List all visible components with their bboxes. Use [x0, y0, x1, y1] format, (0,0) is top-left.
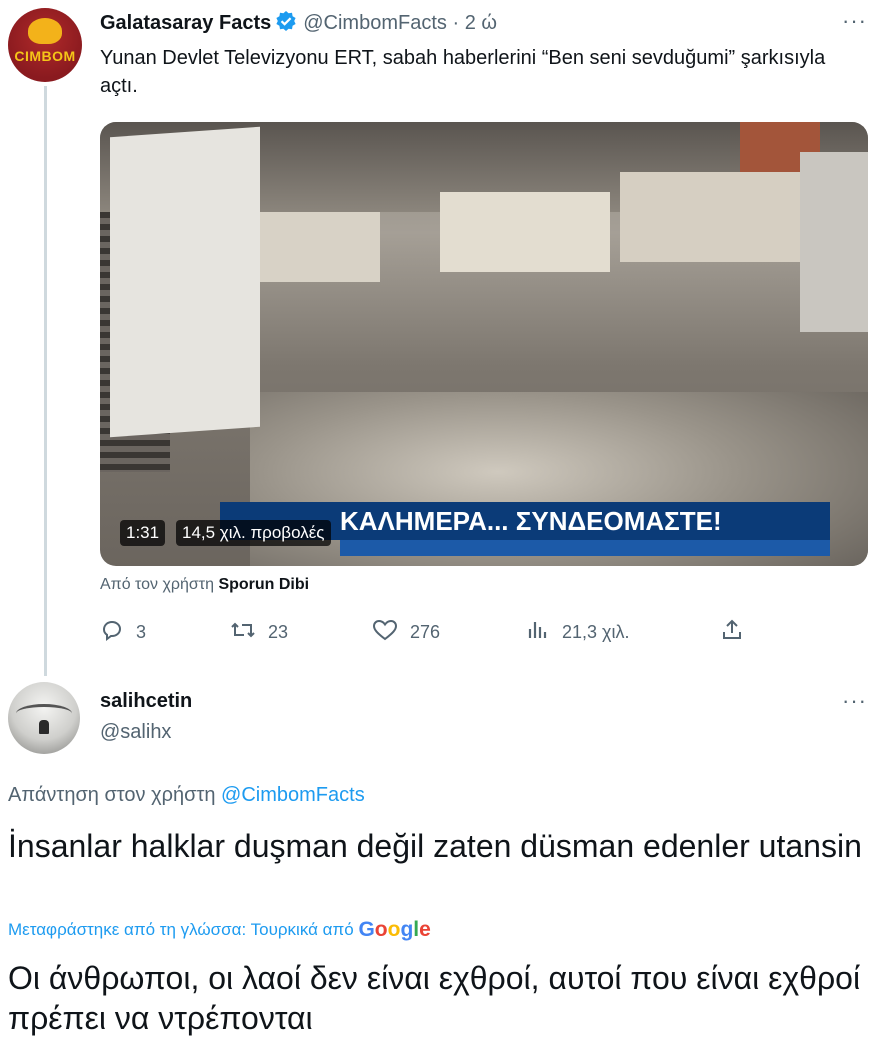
share-icon [720, 618, 744, 647]
reply-more-icon[interactable]: ··· [842, 688, 867, 714]
google-logo[interactable]: Google [358, 918, 430, 941]
views-icon [526, 618, 550, 647]
translated-text: Οι άνθρωποι, οι λαοί δεν είναι εχθροί, α… [8, 960, 861, 1036]
like-count: 276 [410, 622, 441, 642]
avatar-text: CIMBOM [14, 48, 76, 64]
separator: · [452, 12, 460, 34]
retweet-button[interactable]: 23 [230, 618, 288, 647]
reply-author-name[interactable]: salihcetin [100, 690, 192, 713]
views-count: 21,3 χιλ. [562, 622, 630, 642]
reply-icon [100, 618, 124, 647]
reply-button[interactable]: 3 [100, 618, 146, 647]
video-duration: 1:31 [120, 520, 166, 546]
reply-to-handle[interactable]: @CimbomFacts [221, 784, 365, 806]
action-bar: 3 23 276 21,3 χιλ. [100, 618, 780, 646]
source-prefix: Από τον χρήστη [100, 576, 214, 593]
author-avatar[interactable]: CIMBOM [8, 8, 82, 82]
source-attribution: Από τον χρήστη Sporun Dibi [100, 576, 309, 594]
author-handle[interactable]: @CimbomFacts [303, 12, 447, 34]
replying-to: Απάντηση στον χρήστη @CimbomFacts [8, 784, 365, 807]
translation-notice: Μεταφράστηκε από τη γλώσσα: Τουρκικά από… [8, 918, 431, 942]
like-button[interactable]: 276 [372, 618, 440, 647]
reply-count: 3 [136, 622, 147, 642]
share-button[interactable] [720, 618, 744, 647]
tweet-card[interactable]: CIMBOM Galatasaray Facts @CimbomFacts · 2… [0, 0, 880, 680]
reply-author-handle[interactable]: @salihx [100, 721, 171, 744]
video-player[interactable]: ΚΑΛΗΜΕΡΑ... ΣΥΝΔΕΟΜΑΣΤΕ! 1:31 14,5 χιλ. … [100, 122, 868, 566]
video-views: 14,5 χιλ. προβολές [176, 520, 331, 546]
source-user[interactable]: Sporun Dibi [218, 576, 309, 593]
verified-badge-icon [275, 10, 297, 38]
like-icon [372, 618, 398, 647]
tweet-time[interactable]: 2 ώ [465, 12, 497, 34]
views-button[interactable]: 21,3 χιλ. [526, 618, 629, 647]
retweet-count: 23 [268, 622, 289, 642]
reply-prefix: Απάντηση στον χρήστη [8, 784, 216, 806]
tweet-text: Yunan Devlet Televizyonu ERT, sabah habe… [100, 47, 826, 97]
translated-from-label: Μεταφράστηκε από τη γλώσσα: Τουρκικά από [8, 920, 354, 939]
author-name[interactable]: Galatasaray Facts [100, 12, 271, 34]
more-icon[interactable]: ··· [842, 8, 867, 34]
reply-text: İnsanlar halklar duşman değil zaten düsm… [8, 828, 862, 864]
reply-author-avatar[interactable] [8, 682, 80, 754]
lion-crest-icon [28, 18, 62, 44]
thread-line [44, 86, 47, 676]
tweet-header: Galatasaray Facts @CimbomFacts · 2 ώ [100, 10, 497, 38]
retweet-icon [230, 618, 256, 647]
